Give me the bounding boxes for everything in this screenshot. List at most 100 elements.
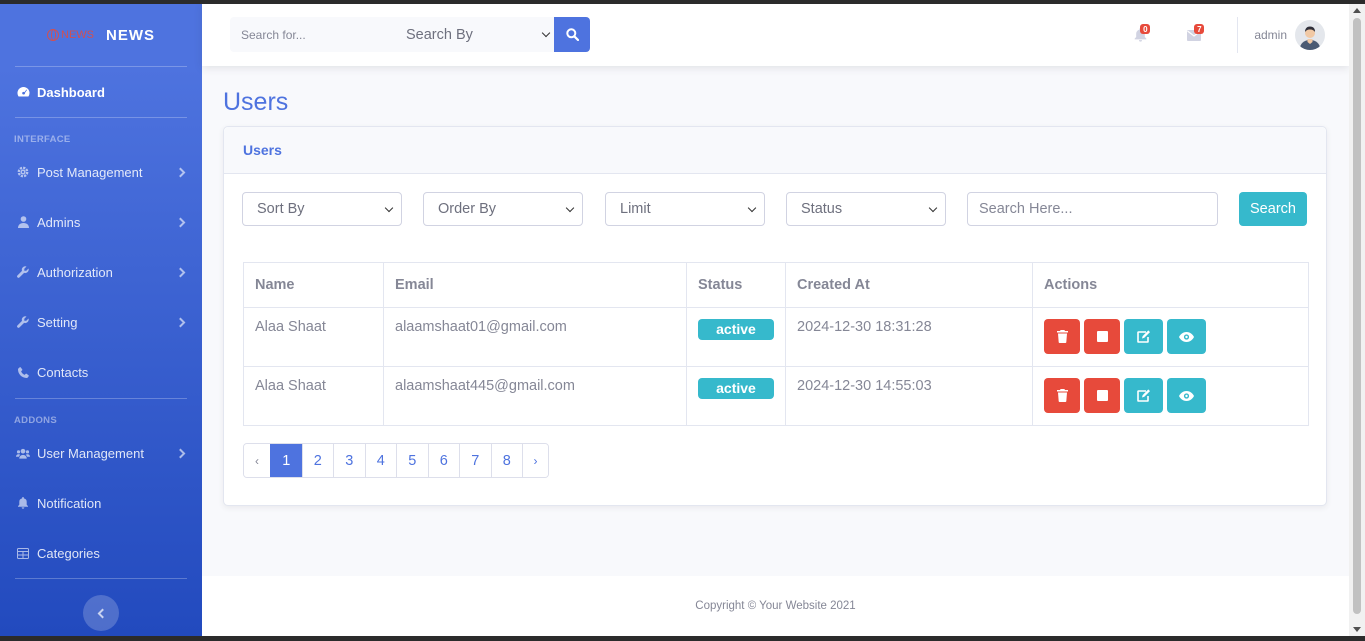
column-header-actions: Actions [1032, 262, 1309, 308]
user-icon [16, 215, 30, 229]
cell-status: active [686, 307, 786, 367]
search-button[interactable] [554, 17, 590, 52]
globe-icon [47, 29, 59, 41]
sidebar-item-post-management[interactable]: Post Management [0, 147, 202, 197]
sidebar-item-dashboard[interactable]: Dashboard [0, 67, 202, 117]
alerts-count-badge: 0 [1140, 24, 1151, 34]
status-select[interactable]: Status [786, 192, 946, 226]
sidebar-heading-addons: ADDONS [14, 415, 57, 426]
messages-count-badge: 7 [1194, 24, 1205, 34]
pagination-prev[interactable]: ‹ [244, 444, 270, 477]
filter-search-button[interactable]: Search [1239, 192, 1307, 226]
chevron-down-icon [565, 203, 575, 213]
table-header-row: Name Email Status Created At Actions [243, 262, 1309, 308]
trash-icon [1056, 330, 1068, 343]
order-by-select[interactable]: Order By [423, 192, 583, 226]
cell-name: Alaa Shaat [243, 307, 384, 367]
phone-icon [16, 365, 30, 379]
block-button[interactable] [1084, 319, 1120, 354]
sidebar-item-user-management[interactable]: User Management [0, 428, 202, 478]
avatar [1295, 20, 1325, 50]
sidebar: NEWS NEWS Dashboard INTERFACE Post Manag… [0, 4, 202, 636]
edit-button[interactable] [1124, 378, 1163, 413]
view-button[interactable] [1167, 319, 1206, 354]
messages-button[interactable]: 7 [1167, 4, 1221, 66]
pagination-page[interactable]: 4 [364, 444, 396, 477]
edit-button[interactable] [1124, 319, 1163, 354]
pagination: ‹ 1 2 3 4 5 6 7 8 › [243, 443, 549, 478]
sidebar-item-contacts[interactable]: Contacts [0, 347, 202, 397]
status-badge: active [698, 378, 774, 399]
sidebar-item-label: Categories [37, 545, 100, 561]
wrench-icon [16, 315, 30, 329]
page-scrollbar[interactable] [1349, 4, 1365, 636]
brand-name: NEWS [106, 26, 155, 44]
scroll-down-icon[interactable] [1353, 627, 1361, 632]
eye-icon [1179, 390, 1194, 401]
sort-by-value: Sort By [257, 201, 305, 217]
delete-button[interactable] [1044, 378, 1080, 413]
search-by-select[interactable]: Search By [382, 17, 554, 52]
delete-button[interactable] [1044, 319, 1080, 354]
cell-status: active [686, 366, 786, 426]
cell-created-at: 2024-12-30 14:55:03 [785, 366, 1033, 426]
trash-icon [1056, 389, 1068, 402]
pagination-page[interactable]: 8 [490, 444, 522, 477]
filter-search-input[interactable]: Search Here... [967, 192, 1218, 226]
sidebar-toggle-button[interactable] [83, 595, 119, 631]
sidebar-item-label: Authorization [37, 264, 113, 280]
topbar-icons: 0 7 admin [1113, 4, 1349, 66]
users-table: Name Email Status Created At Actions Ala… [243, 262, 1309, 426]
cell-email: alaamshaat445@gmail.com [383, 366, 687, 426]
column-header-status: Status [686, 262, 786, 308]
limit-select[interactable]: Limit [605, 192, 765, 226]
pagination-page[interactable]: 2 [301, 444, 333, 477]
pagination-page[interactable]: 5 [396, 444, 428, 477]
sidebar-item-notification[interactable]: Notification [0, 478, 202, 528]
status-badge: active [698, 319, 774, 340]
sidebar-item-label: Post Management [37, 164, 143, 180]
pagination-page[interactable]: 7 [459, 444, 491, 477]
column-header-created-at: Created At [785, 262, 1033, 308]
pagination-page[interactable]: 6 [427, 444, 459, 477]
chevron-down-icon [747, 203, 757, 213]
table-row: Alaa Shaat alaamshaat01@gmail.com active… [243, 307, 1309, 367]
cell-actions [1032, 307, 1309, 367]
sidebar-item-authorization[interactable]: Authorization [0, 247, 202, 297]
chevron-down-icon [928, 203, 938, 213]
tachometer-icon [16, 85, 30, 99]
user-dropdown[interactable]: admin [1254, 20, 1349, 50]
status-value: Status [801, 201, 843, 217]
order-by-value: Order By [438, 201, 497, 217]
bell-icon [16, 496, 30, 510]
pagination-page[interactable]: 3 [333, 444, 365, 477]
sidebar-item-label: Setting [37, 314, 78, 330]
chevron-right-icon [175, 217, 186, 227]
pagination-next[interactable]: › [522, 444, 548, 477]
alerts-button[interactable]: 0 [1113, 4, 1167, 66]
block-button[interactable] [1084, 378, 1120, 413]
chevron-down-icon [541, 28, 551, 38]
sort-by-select[interactable]: Sort By [242, 192, 402, 226]
sidebar-item-setting[interactable]: Setting [0, 297, 202, 347]
pagination-page[interactable]: 1 [270, 444, 302, 477]
footer: Copyright © Your Website 2021 [202, 576, 1349, 636]
column-header-email: Email [383, 262, 687, 308]
page-title: Users [223, 88, 289, 116]
search-input[interactable]: Search for... [230, 17, 382, 52]
copyright-text: Copyright © Your Website 2021 [695, 600, 856, 612]
chevron-right-icon [175, 267, 186, 277]
cell-created-at: 2024-12-30 18:31:28 [785, 307, 1033, 367]
table-row: Alaa Shaat alaamshaat445@gmail.com activ… [243, 366, 1309, 426]
scroll-up-icon[interactable] [1353, 8, 1361, 13]
scrollbar-thumb[interactable] [1353, 18, 1361, 614]
sidebar-brand[interactable]: NEWS NEWS [0, 4, 202, 66]
cell-email: alaamshaat01@gmail.com [383, 307, 687, 367]
column-header-name: Name [243, 262, 384, 308]
sidebar-item-categories[interactable]: Categories [0, 528, 202, 578]
limit-value: Limit [620, 201, 651, 217]
search-by-value: Search By [406, 26, 473, 43]
sidebar-item-admins[interactable]: Admins [0, 197, 202, 247]
view-button[interactable] [1167, 378, 1206, 413]
topbar-search: Search for... Search By [230, 17, 590, 52]
